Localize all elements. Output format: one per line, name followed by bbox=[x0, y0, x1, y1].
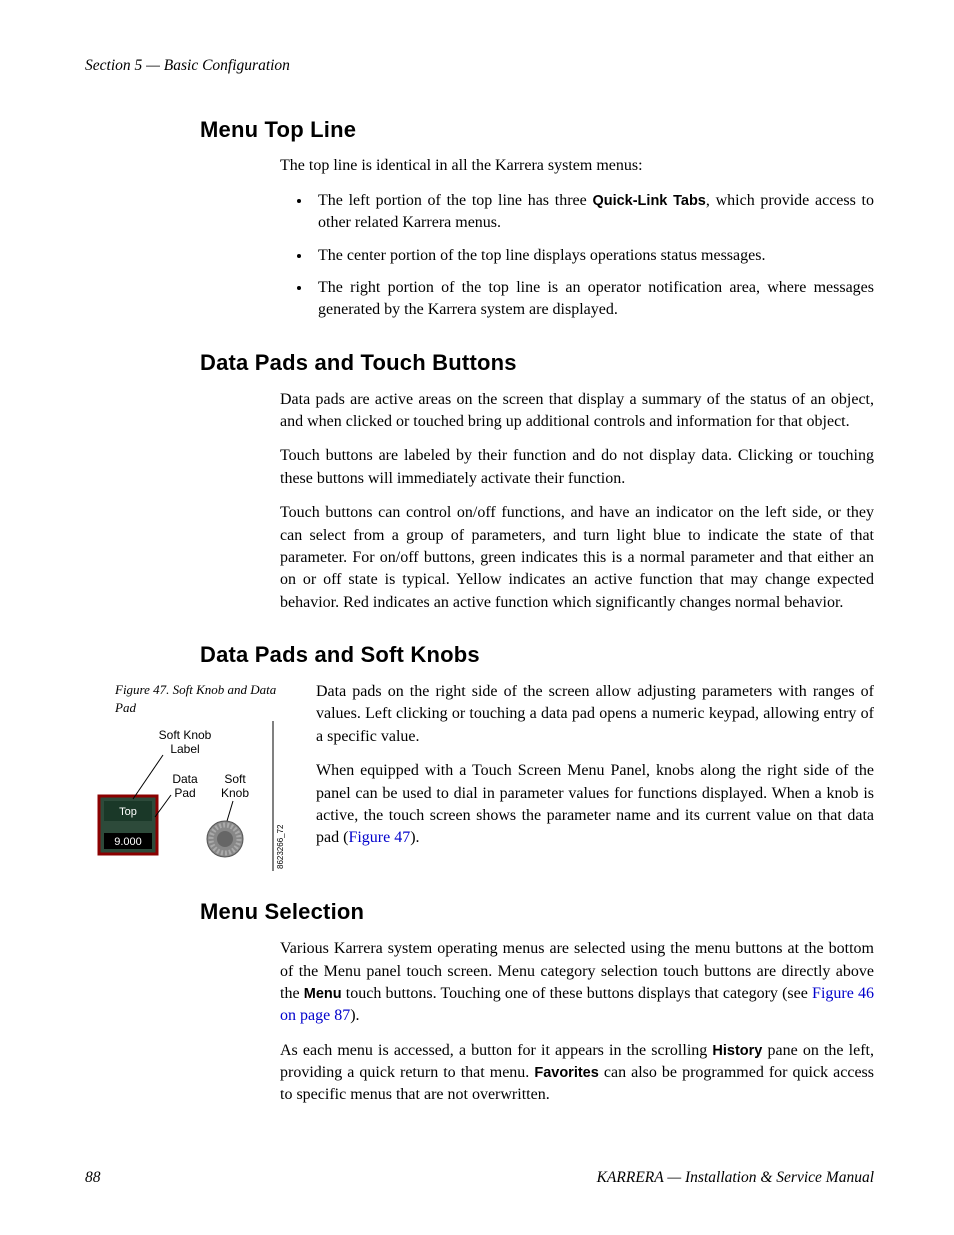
heading-menu-selection: Menu Selection bbox=[200, 897, 874, 928]
data-pad-value: 9.000 bbox=[114, 836, 142, 848]
list-item: The left portion of the top line has thr… bbox=[312, 190, 874, 235]
svg-text:Label: Label bbox=[170, 742, 199, 756]
body-text: Touch buttons are labeled by their funct… bbox=[280, 445, 874, 490]
heading-data-pads-touch: Data Pads and Touch Buttons bbox=[200, 348, 874, 379]
footer-title: Installation & Service Manual bbox=[685, 1169, 874, 1186]
menu-top-line-list: The left portion of the top line has thr… bbox=[280, 190, 874, 322]
data-pad-label-top: Top bbox=[119, 806, 137, 818]
body-text: When equipped with a Touch Screen Menu P… bbox=[316, 760, 874, 850]
svg-text:Soft: Soft bbox=[224, 772, 246, 786]
menu-term: Menu bbox=[304, 986, 342, 1002]
running-header: Section 5 — Basic Configuration bbox=[85, 55, 874, 77]
menu-top-line-intro: The top line is identical in all the Kar… bbox=[280, 155, 874, 177]
body-text: Data pads are active areas on the screen… bbox=[280, 389, 874, 434]
heading-menu-top-line: Menu Top Line bbox=[200, 115, 874, 146]
svg-text:Pad: Pad bbox=[174, 786, 195, 800]
svg-text:Data: Data bbox=[172, 772, 198, 786]
history-term: History bbox=[712, 1043, 762, 1059]
footer-brand: KARRERA bbox=[597, 1169, 664, 1186]
body-text: Various Karrera system operating menus a… bbox=[280, 938, 874, 1028]
svg-text:Knob: Knob bbox=[221, 786, 249, 800]
body-text: As each menu is accessed, a button for i… bbox=[280, 1040, 874, 1107]
heading-data-pads-soft-knobs: Data Pads and Soft Knobs bbox=[200, 640, 874, 671]
quick-link-tabs-term: Quick-Link Tabs bbox=[592, 193, 705, 209]
section-label: Section 5 — Basic Configuration bbox=[85, 57, 290, 74]
body-text: Touch buttons can control on/off functio… bbox=[280, 502, 874, 614]
list-item: The center portion of the top line displ… bbox=[312, 245, 874, 267]
page-footer: 88 KARRERA — Installation & Service Manu… bbox=[85, 1167, 874, 1189]
figure-47-link[interactable]: Figure 47 bbox=[348, 829, 410, 846]
figure-caption: Figure 47. Soft Knob and Data Pad bbox=[115, 681, 290, 717]
page-number: 88 bbox=[85, 1167, 101, 1189]
list-item: The right portion of the top line is an … bbox=[312, 277, 874, 322]
figure-side-code: 8623266_72 bbox=[276, 824, 285, 869]
favorites-term: Favorites bbox=[534, 1065, 598, 1081]
svg-text:Soft Knob: Soft Knob bbox=[159, 728, 212, 742]
body-text: Data pads on the right side of the scree… bbox=[316, 681, 874, 748]
figure-soft-knob-data-pad: 8623266_72 Top 9.000 Soft Knob Label Dat… bbox=[85, 721, 290, 871]
